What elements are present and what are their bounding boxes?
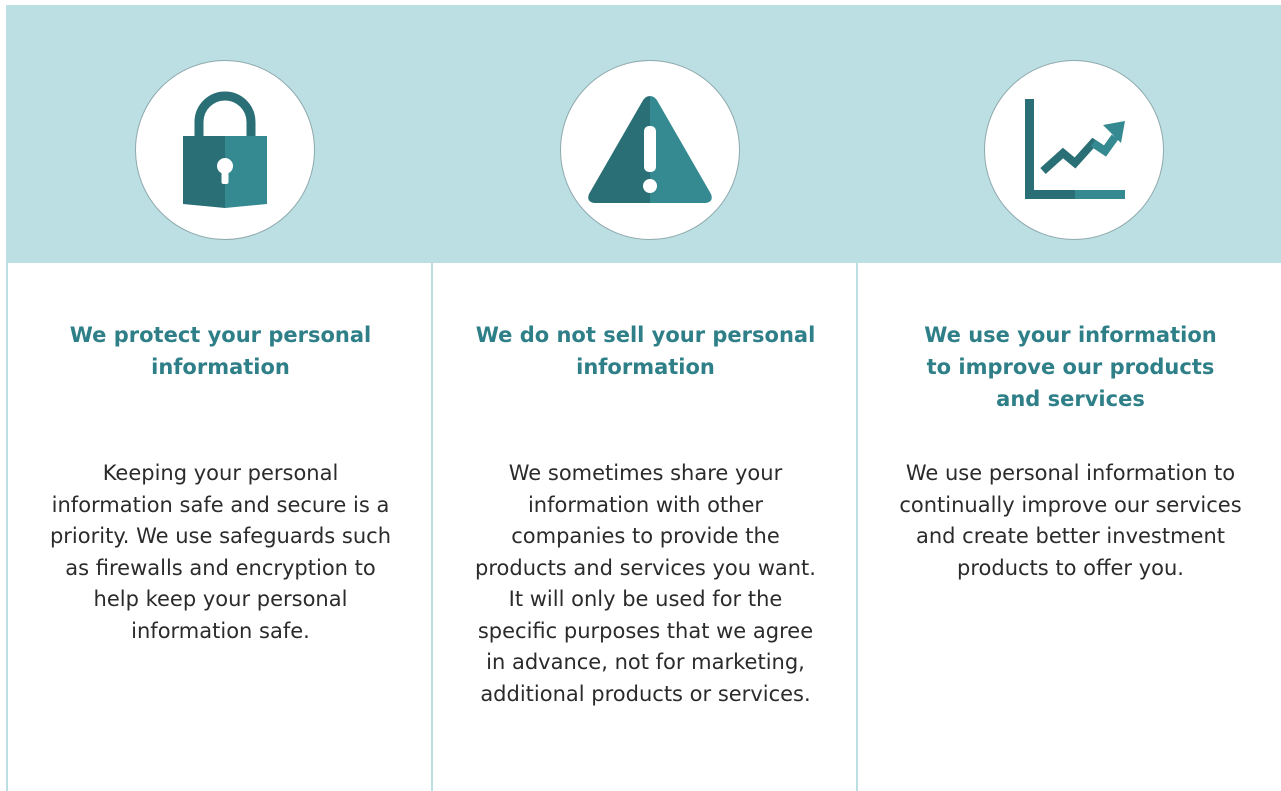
growth-chart-icon	[1025, 99, 1125, 199]
protect-column: We protect your personal information Kee…	[8, 263, 433, 791]
protect-description: Keeping your personal information safe a…	[49, 461, 392, 643]
icon-banner	[6, 5, 1281, 263]
improve-column: We use your information to improve our p…	[858, 263, 1281, 791]
not-sell-heading: We do not sell your personal information	[475, 323, 816, 379]
warning-icon	[588, 96, 712, 203]
growth-chart-icon-circle	[984, 60, 1164, 240]
warning-icon-circle	[560, 60, 740, 240]
lock-icon	[183, 91, 267, 208]
not-sell-column: We do not sell your personal information…	[433, 263, 858, 791]
protect-heading: We protect your personal information	[69, 323, 372, 379]
improve-heading: We use your information to improve our p…	[924, 323, 1217, 411]
lock-icon-circle	[135, 60, 315, 240]
improve-description: We use personal information to continual…	[899, 461, 1242, 580]
not-sell-description: We sometimes share your information with…	[475, 461, 816, 706]
